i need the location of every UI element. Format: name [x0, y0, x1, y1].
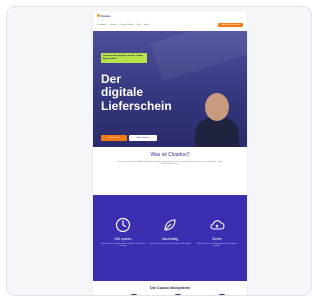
hero-secondary-button[interactable]: Mehr erfahren [129, 135, 157, 141]
cloud-icon [210, 220, 225, 230]
features-section: Zeit sparen Lieferscheine in Sekunden er… [93, 195, 247, 281]
logo-mark-icon [97, 14, 100, 17]
site-header: Cudoo [93, 11, 247, 20]
feature-title: Zeit sparen [114, 237, 132, 241]
intro-section: Was ist Cloudoo? Cudoo ist die Lösung fü… [93, 147, 247, 195]
person-head [205, 93, 229, 121]
ecosystem-image [215, 294, 229, 295]
hero-person-image [195, 87, 239, 147]
nav-item-vorteile[interactable]: Vorteile [110, 24, 117, 26]
main-nav: Funktionen Vorteile Preise & Pakete Hilf… [93, 20, 247, 29]
nav-item-hilfe[interactable]: Hilfe [137, 24, 141, 26]
feature-text: Kein Papier mehr nötig – gut für die Umw… [148, 244, 192, 245]
feature-nachhaltig: Nachhaltig Kein Papier mehr nötig – gut … [148, 217, 192, 246]
leaf-icon [164, 219, 176, 231]
feature-text: Lieferscheine in Sekunden erstellen und … [101, 244, 145, 248]
nav-item-login[interactable]: Login [144, 24, 149, 26]
intro-title: Was ist Cloudoo? [150, 152, 190, 158]
feature-title: Nachhaltig [161, 237, 179, 241]
feature-title: Sicher [212, 237, 222, 241]
intro-text: Cudoo ist die Lösung für Ihre digitalen … [117, 162, 223, 166]
clock-icon [115, 217, 131, 233]
ecosystem-image [171, 294, 185, 295]
preview-card: Cudoo Funktionen Vorteile Preise & Paket… [6, 6, 312, 296]
hero-title: Der digitale Lieferschein [101, 72, 172, 113]
site-logo[interactable]: Cudoo [97, 14, 111, 18]
feature-text: Alle Daten sicher in der Cloud gespeiche… [197, 244, 237, 248]
hero-primary-button[interactable]: Jetzt testen [101, 135, 127, 141]
feature-zeit-sparen: Zeit sparen Lieferscheine in Sekunden er… [101, 217, 145, 249]
ecosystem-image [127, 294, 141, 295]
feature-sicher: Sicher Alle Daten sicher in der Cloud ge… [195, 217, 239, 249]
ecosystem-section: Die Cudoo ökosystem [93, 281, 247, 295]
website-preview[interactable]: Cudoo Funktionen Vorteile Preise & Paket… [93, 11, 247, 295]
nav-item-funktionen[interactable]: Funktionen [97, 24, 107, 26]
nav-item-preise[interactable]: Preise & Pakete [120, 24, 134, 26]
person-body [195, 117, 239, 147]
ecosystem-title: Die Cudoo ökosystem [150, 286, 190, 290]
logo-text: Cudoo [101, 13, 111, 18]
hero-section: Lieferscheine papierlos mit der Cudoo Ap… [93, 31, 247, 147]
hero-badge: Lieferscheine papierlos mit der Cudoo Ap… [101, 53, 147, 63]
ecosystem-images [127, 294, 229, 295]
nav-cta-button[interactable]: Jetzt kostenlos testen [217, 22, 243, 27]
